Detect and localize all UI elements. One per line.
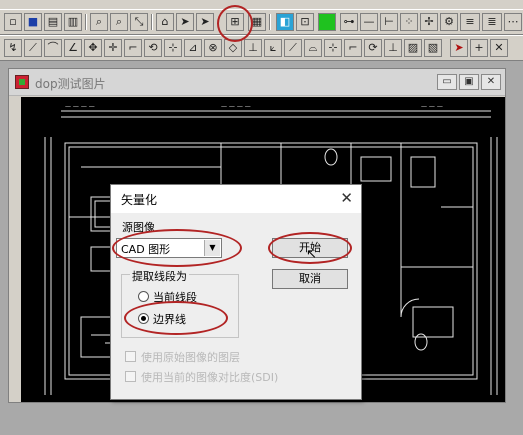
- document-title: dop测试图片: [35, 77, 106, 91]
- svg-text:— — —: — — —: [421, 103, 443, 110]
- mouse-pointer-icon: ↖: [306, 247, 317, 262]
- box-tool-icon[interactable]: ▨: [404, 39, 422, 57]
- app-icon: [15, 75, 29, 89]
- angle-tool-icon[interactable]: ∠: [64, 39, 82, 57]
- svg-text:— — — —: — — — —: [65, 103, 95, 110]
- use-original-layer-checkbox[interactable]: [125, 351, 136, 362]
- print-icon[interactable]: ▥: [64, 13, 82, 31]
- plus-icon[interactable]: +: [470, 39, 488, 57]
- corner-tool-icon-2[interactable]: ⌐: [344, 39, 362, 57]
- arc-tool-icon[interactable]: ⌒: [44, 39, 62, 57]
- zoom-in-icon[interactable]: ⌕: [90, 13, 108, 31]
- more-icon[interactable]: ⋯: [504, 13, 522, 31]
- cross-hair-icon[interactable]: ✕: [490, 39, 508, 57]
- rotate-tool-icon[interactable]: ⟲: [144, 39, 162, 57]
- move-tool-icon[interactable]: ✥: [84, 39, 102, 57]
- zoom-out-icon[interactable]: ⌕: [110, 13, 128, 31]
- snap-tool-icon-2[interactable]: ⊹: [324, 39, 342, 57]
- use-contrast-label: 使用当前的图像对比度(SDI): [141, 371, 279, 384]
- open-icon[interactable]: ▤: [44, 13, 62, 31]
- close-document-button[interactable]: ✕: [481, 74, 501, 90]
- dialog-close-icon[interactable]: ✕: [340, 189, 353, 207]
- annotation-circle-boundary: [124, 301, 228, 335]
- new-file-icon[interactable]: ▫: [4, 13, 22, 31]
- svg-text:— — — —: — — — —: [221, 103, 251, 110]
- use-contrast-checkbox[interactable]: [125, 371, 136, 382]
- node-icon[interactable]: ⊶: [340, 13, 358, 31]
- branch-icon[interactable]: ⊢: [380, 13, 398, 31]
- angle-tool-icon-2[interactable]: ⟀: [264, 39, 282, 57]
- annotation-circle-source: [112, 229, 242, 267]
- extract-lines-label: 提取线段为: [130, 268, 189, 284]
- abc-icon[interactable]: ≡: [460, 13, 480, 31]
- measure-tool-icon-2[interactable]: ⊥: [384, 39, 402, 57]
- move-tool-icon-2[interactable]: ✛: [104, 39, 122, 57]
- pointer-icon[interactable]: ➤: [450, 39, 468, 57]
- corner-tool-icon[interactable]: ⌐: [124, 39, 142, 57]
- toolbar-draw: ↯ ⟋ ⌒ ∠ ✥ ✛ ⌐ ⟲ ⊹ ⊿ ⊗ ◇ ⊥ ⟀ ⟋ ⌓ ⊹ ⌐ ⟳ ⊥ …: [0, 35, 523, 61]
- trim-tool-icon[interactable]: ⊗: [204, 39, 222, 57]
- erase-icon[interactable]: ⌂: [156, 13, 174, 31]
- arc-tool-icon-2[interactable]: ⌓: [304, 39, 322, 57]
- select-arrow-icon[interactable]: ➤: [176, 13, 194, 31]
- magic-wand-icon[interactable]: ⤡: [130, 13, 148, 31]
- save-icon[interactable]: ■: [24, 13, 42, 31]
- rotate-tool-icon-2[interactable]: ⟳: [364, 39, 382, 57]
- line-tool-icon-2[interactable]: ⟋: [284, 39, 302, 57]
- skew-tool-icon[interactable]: ⊿: [184, 39, 202, 57]
- document-title-bar[interactable]: dop测试图片 ▭ ▣ ✕: [9, 69, 505, 96]
- fill-icon[interactable]: [318, 13, 336, 31]
- cancel-button[interactable]: 取消: [272, 269, 348, 289]
- restore-button[interactable]: ▣: [459, 74, 479, 90]
- dialog-title-bar[interactable]: 矢量化 ✕: [111, 185, 361, 213]
- menu-bar: [0, 0, 523, 9]
- radio-current-line[interactable]: [138, 291, 149, 302]
- box-tool-icon-2[interactable]: ▧: [424, 39, 442, 57]
- cross-icon[interactable]: ✢: [420, 13, 438, 31]
- line-tool-icon[interactable]: ⟋: [24, 39, 42, 57]
- toolbar-main: ▫ ■ ▤ ▥ ⌕ ⌕ ⤡ ⌂ ➤ ➤ ⊞ ▦ ◧ ⊡ ⊶ — ⊢ ⁘ ✢ ⚙ …: [0, 9, 523, 35]
- snap-tool-icon[interactable]: ⊹: [164, 39, 182, 57]
- fit-icon[interactable]: ⊡: [296, 13, 314, 31]
- draw-tool-icon[interactable]: ↯: [4, 39, 22, 57]
- node-icon-2[interactable]: ⁘: [400, 13, 418, 31]
- settings-icon[interactable]: ⚙: [440, 13, 458, 31]
- line-icon[interactable]: —: [360, 13, 378, 31]
- measure-tool-icon[interactable]: ⊥: [244, 39, 262, 57]
- abc-bold-icon[interactable]: ≣: [482, 13, 502, 31]
- dialog-title: 矢量化: [121, 193, 158, 207]
- image-icon[interactable]: ◧: [276, 13, 294, 31]
- minimize-button[interactable]: ▭: [437, 74, 457, 90]
- annotation-circle-toolbar: [217, 5, 253, 42]
- select-arrow-icon-2[interactable]: ➤: [196, 13, 214, 31]
- use-original-layer-label: 使用原始图像的图层: [141, 351, 240, 364]
